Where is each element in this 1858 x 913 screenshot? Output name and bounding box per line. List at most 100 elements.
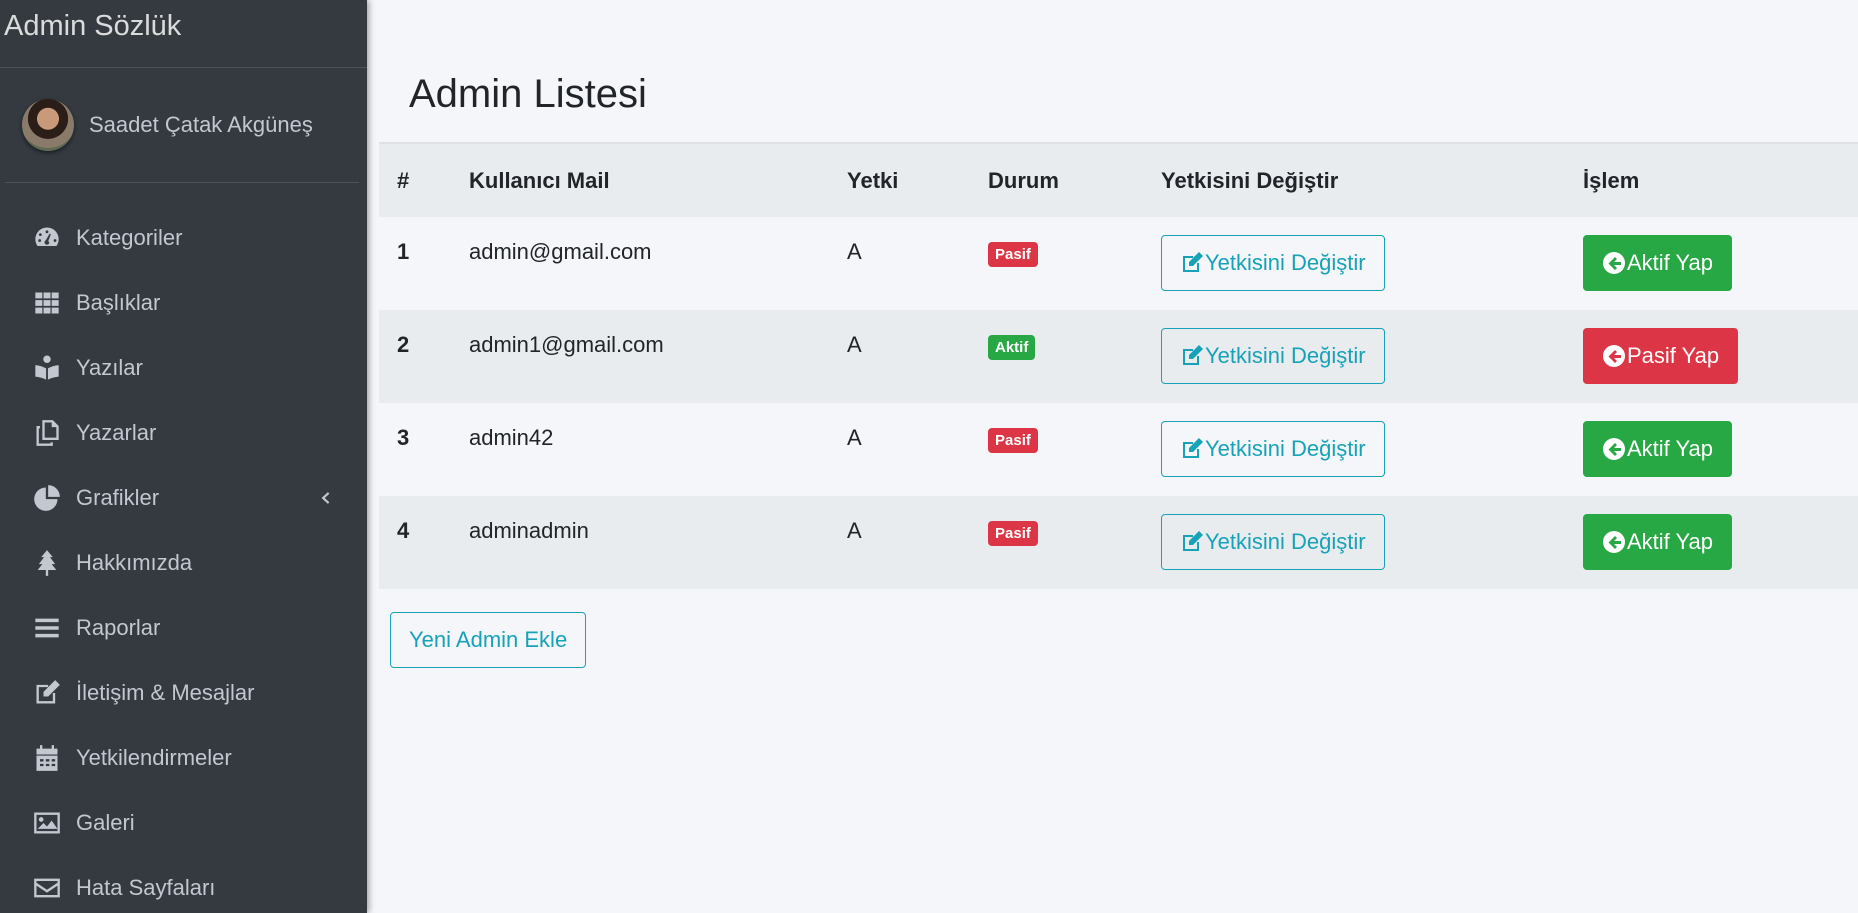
arrow-circle-left-icon: [1603, 345, 1625, 367]
row-status-cell: Aktif: [970, 310, 1143, 403]
row-number: 2: [397, 332, 410, 357]
column-header-mail: Kullanıcı Mail: [469, 167, 610, 193]
sidebar-item-label: Kategoriler: [76, 224, 183, 250]
sidebar-item-kategoriler[interactable]: Kategoriler: [0, 205, 367, 270]
chart-pie-icon: [33, 484, 61, 512]
sidebar-nav: Kategoriler Başlıklar Yazılar Yazarlar G…: [0, 205, 367, 913]
tree-icon: [33, 549, 61, 577]
row-change-cell: Yetkisini Değiştir: [1143, 496, 1565, 589]
sidebar-item-label: Yazarlar: [76, 419, 157, 445]
column-header-action: İşlem: [1583, 167, 1640, 193]
table-row: 4 adminadmin A Pasif Yetkisini Değiştir …: [379, 496, 1858, 589]
change-role-button[interactable]: Yetkisini Değiştir: [1161, 328, 1385, 384]
arrow-circle-left-icon: [1603, 252, 1625, 274]
row-number: 4: [397, 518, 410, 543]
sidebar-item-raporlar[interactable]: Raporlar: [0, 595, 367, 660]
row-action-cell: Aktif Yap: [1565, 496, 1858, 589]
row-status-cell: Pasif: [970, 496, 1143, 589]
row-mail: admin@gmail.com: [469, 239, 652, 264]
sidebar-item-label: Raporlar: [76, 614, 161, 640]
sidebar-item-grafikler[interactable]: Grafikler: [0, 465, 367, 530]
sidebar-item-label: Yazılar: [76, 354, 143, 380]
user-name[interactable]: Saadet Çatak Akgüneş: [89, 112, 313, 138]
copy-icon: [33, 419, 61, 447]
main-content: Admin Listesi # Kullanıcı Mail Yetki Dur…: [367, 0, 1858, 913]
sidebar-item-label: Hata Sayfaları: [76, 874, 216, 900]
column-header-change-role: Yetkisini Değiştir: [1161, 167, 1339, 193]
status-badge: Aktif: [988, 335, 1036, 360]
sidebar-item-yazarlar[interactable]: Yazarlar: [0, 400, 367, 465]
row-change-cell: Yetkisini Değiştir: [1143, 403, 1565, 496]
add-admin-button[interactable]: Yeni Admin Ekle: [390, 612, 587, 668]
sidebar-item-hakkimizda[interactable]: Hakkımızda: [0, 530, 367, 595]
sidebar-item-label: Başlıklar: [76, 289, 161, 315]
row-change-cell: Yetkisini Değiştir: [1143, 217, 1565, 310]
activate-button[interactable]: Aktif Yap: [1583, 514, 1733, 570]
table-row: 2 admin1@gmail.com A Aktif Yetkisini Değ…: [379, 310, 1858, 403]
admin-table: # Kullanıcı Mail Yetki Durum Yetkisini D…: [379, 142, 1858, 589]
arrow-circle-left-icon: [1603, 438, 1625, 460]
row-mail: admin1@gmail.com: [469, 332, 664, 357]
change-role-button[interactable]: Yetkisini Değiştir: [1161, 421, 1385, 477]
sidebar-item-label: Galeri: [76, 809, 135, 835]
activate-label: Aktif Yap: [1627, 250, 1714, 275]
edit-icon: [33, 679, 61, 707]
sidebar-item-galeri[interactable]: Galeri: [0, 790, 367, 855]
sidebar: Admin Sözlük Saadet Çatak Akgüneş Katego…: [0, 0, 367, 913]
page-title: Admin Listesi: [409, 72, 647, 116]
deactivate-button[interactable]: Pasif Yap: [1583, 328, 1739, 384]
bars-icon: [33, 614, 61, 642]
image-icon: [33, 809, 61, 837]
table-header-row: # Kullanıcı Mail Yetki Durum Yetkisini D…: [379, 143, 1858, 217]
grid-icon: [33, 289, 61, 317]
calendar-icon: [33, 744, 61, 772]
status-badge: Pasif: [988, 242, 1038, 267]
user-panel: Saadet Çatak Akgüneş: [5, 68, 359, 183]
envelope-icon: [33, 874, 61, 902]
row-status-cell: Pasif: [970, 217, 1143, 310]
row-mail: adminadmin: [469, 518, 589, 543]
row-change-cell: Yetkisini Değiştir: [1143, 310, 1565, 403]
sidebar-item-label: Hakkımızda: [76, 549, 193, 575]
deactivate-label: Pasif Yap: [1627, 343, 1720, 368]
sidebar-item-label: İletişim & Mesajlar: [76, 679, 255, 705]
edit-icon: [1183, 252, 1203, 272]
row-number: 3: [397, 425, 410, 450]
sidebar-item-iletisim-mesajlar[interactable]: İletişim & Mesajlar: [0, 660, 367, 725]
activate-label: Aktif Yap: [1627, 529, 1714, 554]
book-reader-icon: [33, 354, 61, 382]
brand-title[interactable]: Admin Sözlük: [0, 0, 367, 68]
activate-button[interactable]: Aktif Yap: [1583, 421, 1733, 477]
sidebar-item-label: Yetkilendirmeler: [76, 744, 232, 770]
column-header-number: #: [397, 167, 410, 193]
status-badge: Pasif: [988, 428, 1038, 453]
row-role: A: [847, 425, 862, 450]
tachometer-icon: [33, 224, 61, 252]
column-header-status: Durum: [988, 167, 1059, 193]
table-row: 3 admin42 A Pasif Yetkisini Değiştir Akt…: [379, 403, 1858, 496]
sidebar-item-hata-sayfalari[interactable]: Hata Sayfaları: [0, 855, 367, 913]
change-role-label: Yetkisini Değiştir: [1205, 529, 1366, 554]
sidebar-item-basliklar[interactable]: Başlıklar: [0, 270, 367, 335]
column-header-role: Yetki: [847, 167, 899, 193]
activate-button[interactable]: Aktif Yap: [1583, 235, 1733, 291]
row-action-cell: Aktif Yap: [1565, 403, 1858, 496]
sidebar-item-label: Grafikler: [76, 484, 160, 510]
change-role-label: Yetkisini Değiştir: [1205, 250, 1366, 275]
sidebar-item-yetkilendirmeler[interactable]: Yetkilendirmeler: [0, 725, 367, 790]
edit-icon: [1183, 531, 1203, 551]
arrow-circle-left-icon: [1603, 531, 1625, 553]
sidebar-item-yazilar[interactable]: Yazılar: [0, 335, 367, 400]
row-role: A: [847, 518, 862, 543]
row-status-cell: Pasif: [970, 403, 1143, 496]
row-mail: admin42: [469, 425, 554, 450]
change-role-button[interactable]: Yetkisini Değiştir: [1161, 514, 1385, 570]
edit-icon: [1183, 438, 1203, 458]
avatar[interactable]: [22, 99, 74, 151]
change-role-button[interactable]: Yetkisini Değiştir: [1161, 235, 1385, 291]
row-action-cell: Pasif Yap: [1565, 310, 1858, 403]
edit-icon: [1183, 345, 1203, 365]
change-role-label: Yetkisini Değiştir: [1205, 343, 1366, 368]
change-role-label: Yetkisini Değiştir: [1205, 436, 1366, 461]
chevron-left-icon[interactable]: [318, 491, 332, 505]
